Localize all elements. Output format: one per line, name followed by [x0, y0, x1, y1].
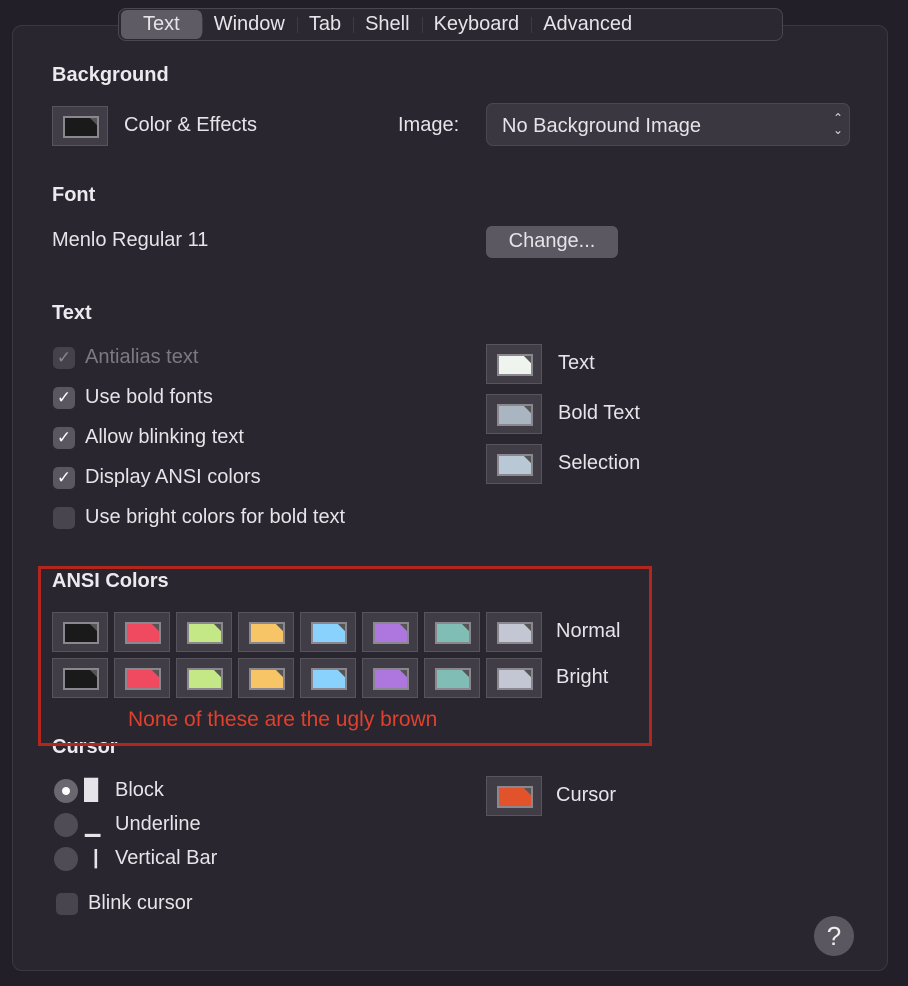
text-color-well[interactable]	[486, 344, 542, 384]
vertical-bar-cursor-icon: |	[93, 847, 99, 869]
text-color-swatch	[497, 354, 533, 376]
image-label: Image:	[398, 114, 460, 136]
cursor-color-swatch	[497, 786, 533, 808]
selection-color-label: Selection	[558, 452, 641, 474]
cursor-vertical-bar-radio[interactable]	[54, 847, 78, 871]
tab-text[interactable]: Text	[121, 10, 202, 39]
bright-bold-checkbox[interactable]	[53, 507, 75, 529]
blinking-text-label: Allow blinking text	[85, 426, 244, 448]
ansi-colors-label: Display ANSI colors	[85, 466, 261, 488]
background-heading: Background	[52, 64, 169, 86]
bright-bold-label: Use bright colors for bold text	[85, 506, 346, 528]
selection-color-well[interactable]	[486, 444, 542, 484]
font-value: Menlo Regular 11	[52, 229, 209, 251]
blink-cursor-label: Blink cursor	[88, 892, 193, 914]
tab-bar: Text Window Tab Shell Keyboard Advanced	[118, 8, 783, 41]
tab-tab[interactable]: Tab	[296, 10, 353, 39]
help-button[interactable]: ?	[814, 916, 854, 956]
tab-keyboard[interactable]: Keyboard	[421, 10, 532, 39]
block-cursor-icon: █	[84, 779, 99, 801]
cursor-color-well[interactable]	[486, 776, 542, 816]
underline-cursor-icon: ▁	[85, 815, 101, 837]
cursor-color-label: Cursor	[556, 784, 617, 806]
tab-advanced[interactable]: Advanced	[531, 10, 644, 39]
cursor-block-label: Block	[115, 779, 164, 801]
antialias-label: Antialias text	[85, 346, 199, 368]
tab-shell[interactable]: Shell	[353, 10, 421, 39]
color-effects-label: Color & Effects	[124, 114, 258, 136]
ansi-colors-checkbox[interactable]: ✓	[53, 467, 75, 489]
antialias-checkbox[interactable]: ✓	[53, 347, 75, 369]
chevron-up-down-icon: ⌃ ⌄	[832, 111, 843, 137]
tab-window[interactable]: Window	[201, 10, 297, 39]
blink-cursor-checkbox[interactable]	[56, 893, 78, 915]
cursor-underline-label: Underline	[115, 813, 201, 835]
bold-text-color-swatch	[497, 404, 533, 426]
text-heading: Text	[52, 302, 92, 324]
bold-fonts-label: Use bold fonts	[85, 386, 213, 408]
cursor-vertical-bar-label: Vertical Bar	[115, 847, 218, 869]
annotation-text: None of these are the ugly brown	[128, 708, 438, 731]
background-image-popup[interactable]: No Background Image ⌃ ⌄	[486, 103, 850, 146]
bold-text-color-well[interactable]	[486, 394, 542, 434]
blinking-text-checkbox[interactable]: ✓	[53, 427, 75, 449]
change-font-button[interactable]: Change...	[486, 226, 618, 258]
selection-color-swatch	[497, 454, 533, 476]
cursor-block-radio[interactable]	[54, 779, 78, 803]
background-image-value: No Background Image	[502, 115, 702, 137]
font-heading: Font	[52, 184, 96, 206]
background-color-swatch	[63, 116, 99, 138]
bold-fonts-checkbox[interactable]: ✓	[53, 387, 75, 409]
cursor-underline-radio[interactable]	[54, 813, 78, 837]
text-color-label: Text	[558, 352, 595, 374]
bold-text-color-label: Bold Text	[558, 402, 640, 424]
background-color-well[interactable]	[52, 106, 108, 146]
